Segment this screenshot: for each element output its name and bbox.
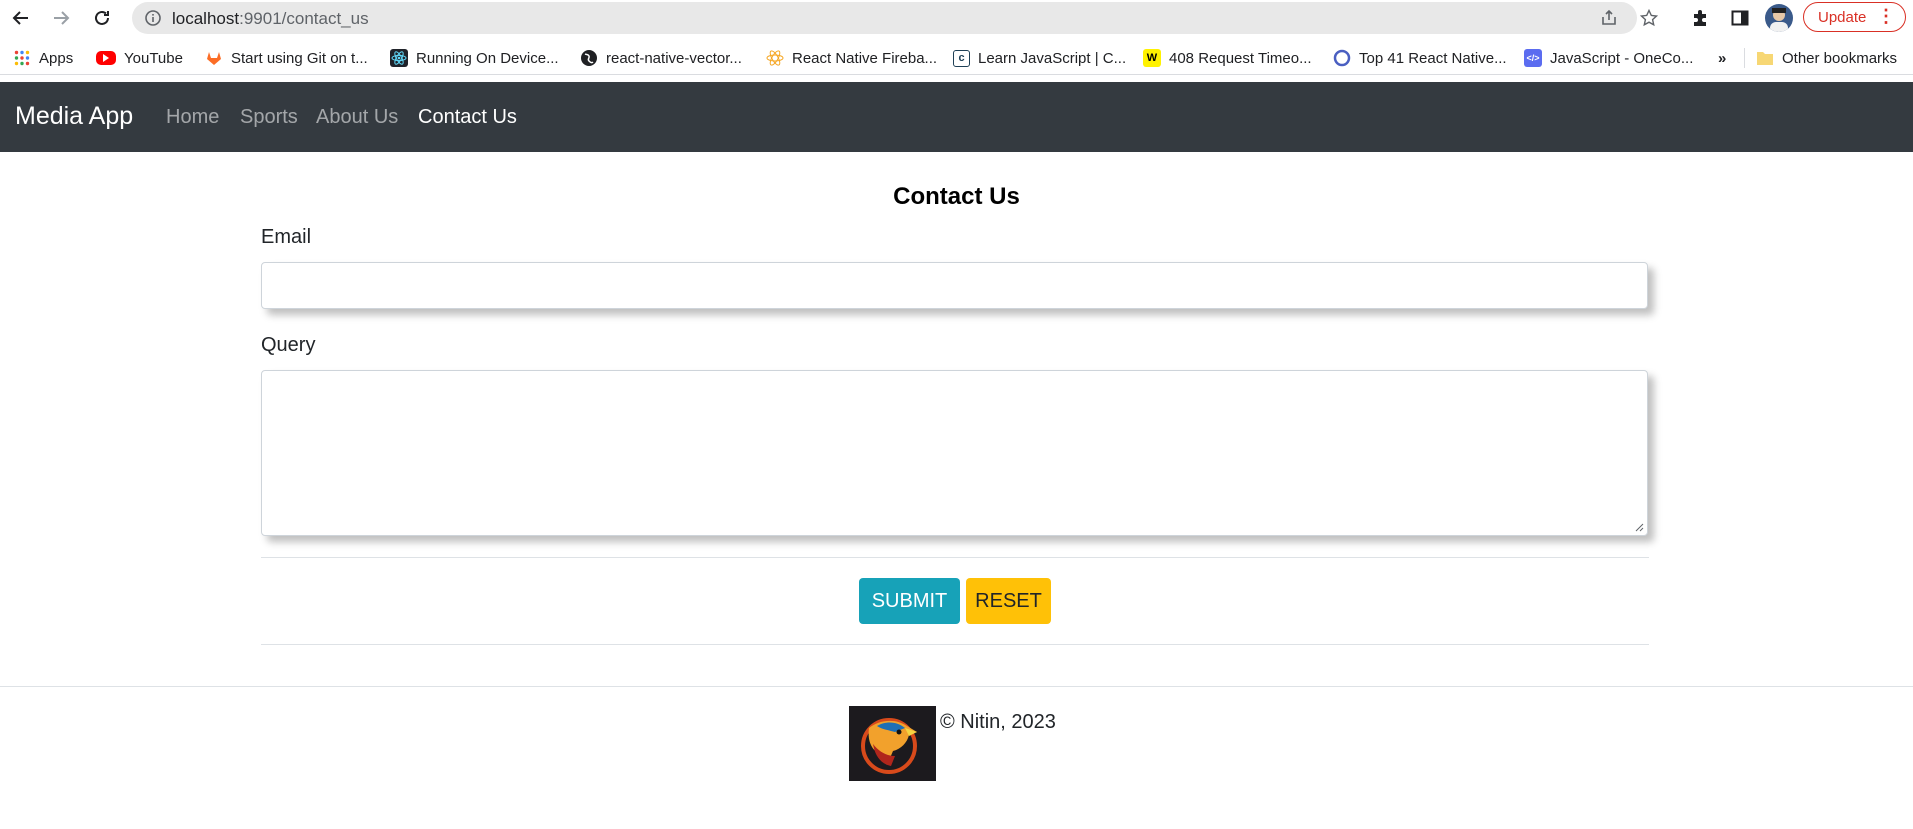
globe-icon	[580, 49, 598, 67]
bookmark-label: Top 41 React Native...	[1359, 49, 1507, 67]
footer-divider	[0, 686, 1913, 687]
bookmark-label: react-native-vector...	[606, 49, 742, 67]
back-arrow-icon	[12, 11, 28, 25]
bookmark-label: YouTube	[124, 49, 183, 67]
brand-link[interactable]: Media App	[15, 102, 133, 131]
page-title: Contact Us	[893, 183, 1020, 210]
nav-link-contact-us[interactable]: Contact Us	[418, 106, 517, 129]
bookmark-git[interactable]: Start using Git on t...	[205, 48, 368, 68]
bookmark-label: React Native Fireba...	[792, 49, 938, 67]
share-icon[interactable]	[1599, 8, 1619, 28]
submit-button[interactable]: SUBMIT	[859, 578, 960, 624]
bookmark-408-request[interactable]: W 408 Request Timeo...	[1143, 48, 1312, 68]
reset-button[interactable]: RESET	[966, 578, 1051, 624]
bookmark-youtube[interactable]: YouTube	[96, 48, 183, 68]
url-text[interactable]: localhost:9901/contact_us	[172, 9, 369, 29]
bookmark-javascript-onecompiler[interactable]: </> JavaScript - OneCo...	[1524, 48, 1693, 68]
bookmark-label: Learn JavaScript | C...	[978, 49, 1127, 67]
update-label: Update	[1818, 8, 1867, 26]
code-icon: </>	[1524, 49, 1542, 67]
browser-toolbar: localhost:9901/contact_us Update ⋮	[0, 0, 1913, 36]
bookmark-learn-javascript[interactable]: c Learn JavaScript | C...	[953, 48, 1126, 68]
site-info-icon[interactable]	[144, 9, 162, 27]
form-divider-top	[261, 557, 1649, 558]
other-bookmarks[interactable]: Other bookmarks	[1756, 48, 1897, 68]
gitlab-icon	[205, 49, 223, 67]
bookmark-apps[interactable]: Apps	[13, 48, 73, 68]
profile-avatar[interactable]	[1765, 4, 1793, 32]
menu-dots-icon[interactable]: ⋮	[1877, 7, 1895, 25]
form-divider-bottom	[261, 644, 1649, 645]
more-bookmarks-label: »	[1718, 49, 1727, 67]
forward-arrow-icon	[54, 11, 70, 25]
react-firebase-icon	[766, 49, 784, 67]
nav-link-sports[interactable]: Sports	[240, 106, 298, 129]
w3-icon: W	[1143, 49, 1161, 67]
email-field[interactable]	[261, 262, 1648, 309]
bookmark-top-41-react-native[interactable]: Top 41 React Native...	[1333, 48, 1507, 68]
query-label: Query	[261, 334, 316, 356]
nav-link-home[interactable]: Home	[166, 106, 219, 129]
bookmark-react-native-firebase[interactable]: React Native Fireba...	[766, 48, 937, 68]
forward-button[interactable]	[48, 5, 74, 31]
url-host: localhost	[172, 9, 240, 28]
query-textarea[interactable]	[261, 370, 1648, 536]
more-bookmarks-button[interactable]: »	[1718, 48, 1726, 68]
app-navbar: Media App Home Sports About Us Contact U…	[0, 82, 1913, 152]
folder-icon	[1756, 49, 1774, 67]
bookmark-label: Start using Git on t...	[231, 49, 368, 67]
apps-grid-icon	[13, 49, 31, 67]
url-path: :9901/contact_us	[239, 9, 369, 28]
reload-button[interactable]	[89, 5, 115, 31]
resize-grip-icon[interactable]	[1634, 522, 1644, 532]
nav-link-about-us[interactable]: About Us	[316, 106, 398, 129]
bookmarks-bar: Apps YouTube Start using Git on t... Run…	[0, 42, 1913, 75]
address-bar[interactable]: localhost:9901/contact_us	[132, 2, 1658, 34]
ring-icon	[1333, 49, 1351, 67]
other-bookmarks-label: Other bookmarks	[1782, 49, 1898, 67]
youtube-icon	[96, 51, 116, 65]
react-icon	[390, 49, 408, 67]
bookmark-running-on-device[interactable]: Running On Device...	[390, 48, 559, 68]
bookmark-react-native-vector[interactable]: react-native-vector...	[580, 48, 742, 68]
copyright-text: © Nitin, 2023	[940, 711, 1056, 733]
bookmark-label: JavaScript - OneCo...	[1550, 49, 1694, 67]
bookmark-label: Apps	[39, 49, 74, 67]
bookmark-label: 408 Request Timeo...	[1169, 49, 1312, 67]
update-button[interactable]: Update ⋮	[1803, 2, 1906, 32]
extensions-puzzle-icon[interactable]	[1688, 6, 1712, 30]
reload-icon	[95, 10, 109, 25]
bookmark-label: Running On Device...	[416, 49, 559, 67]
eagle-logo	[849, 706, 936, 781]
side-panel-icon[interactable]	[1728, 6, 1752, 30]
codecademy-icon: c	[953, 49, 970, 67]
bookmark-star-icon[interactable]	[1639, 8, 1659, 28]
email-label: Email	[261, 226, 312, 248]
back-button[interactable]	[8, 5, 34, 31]
bookmarks-divider	[1744, 48, 1745, 68]
